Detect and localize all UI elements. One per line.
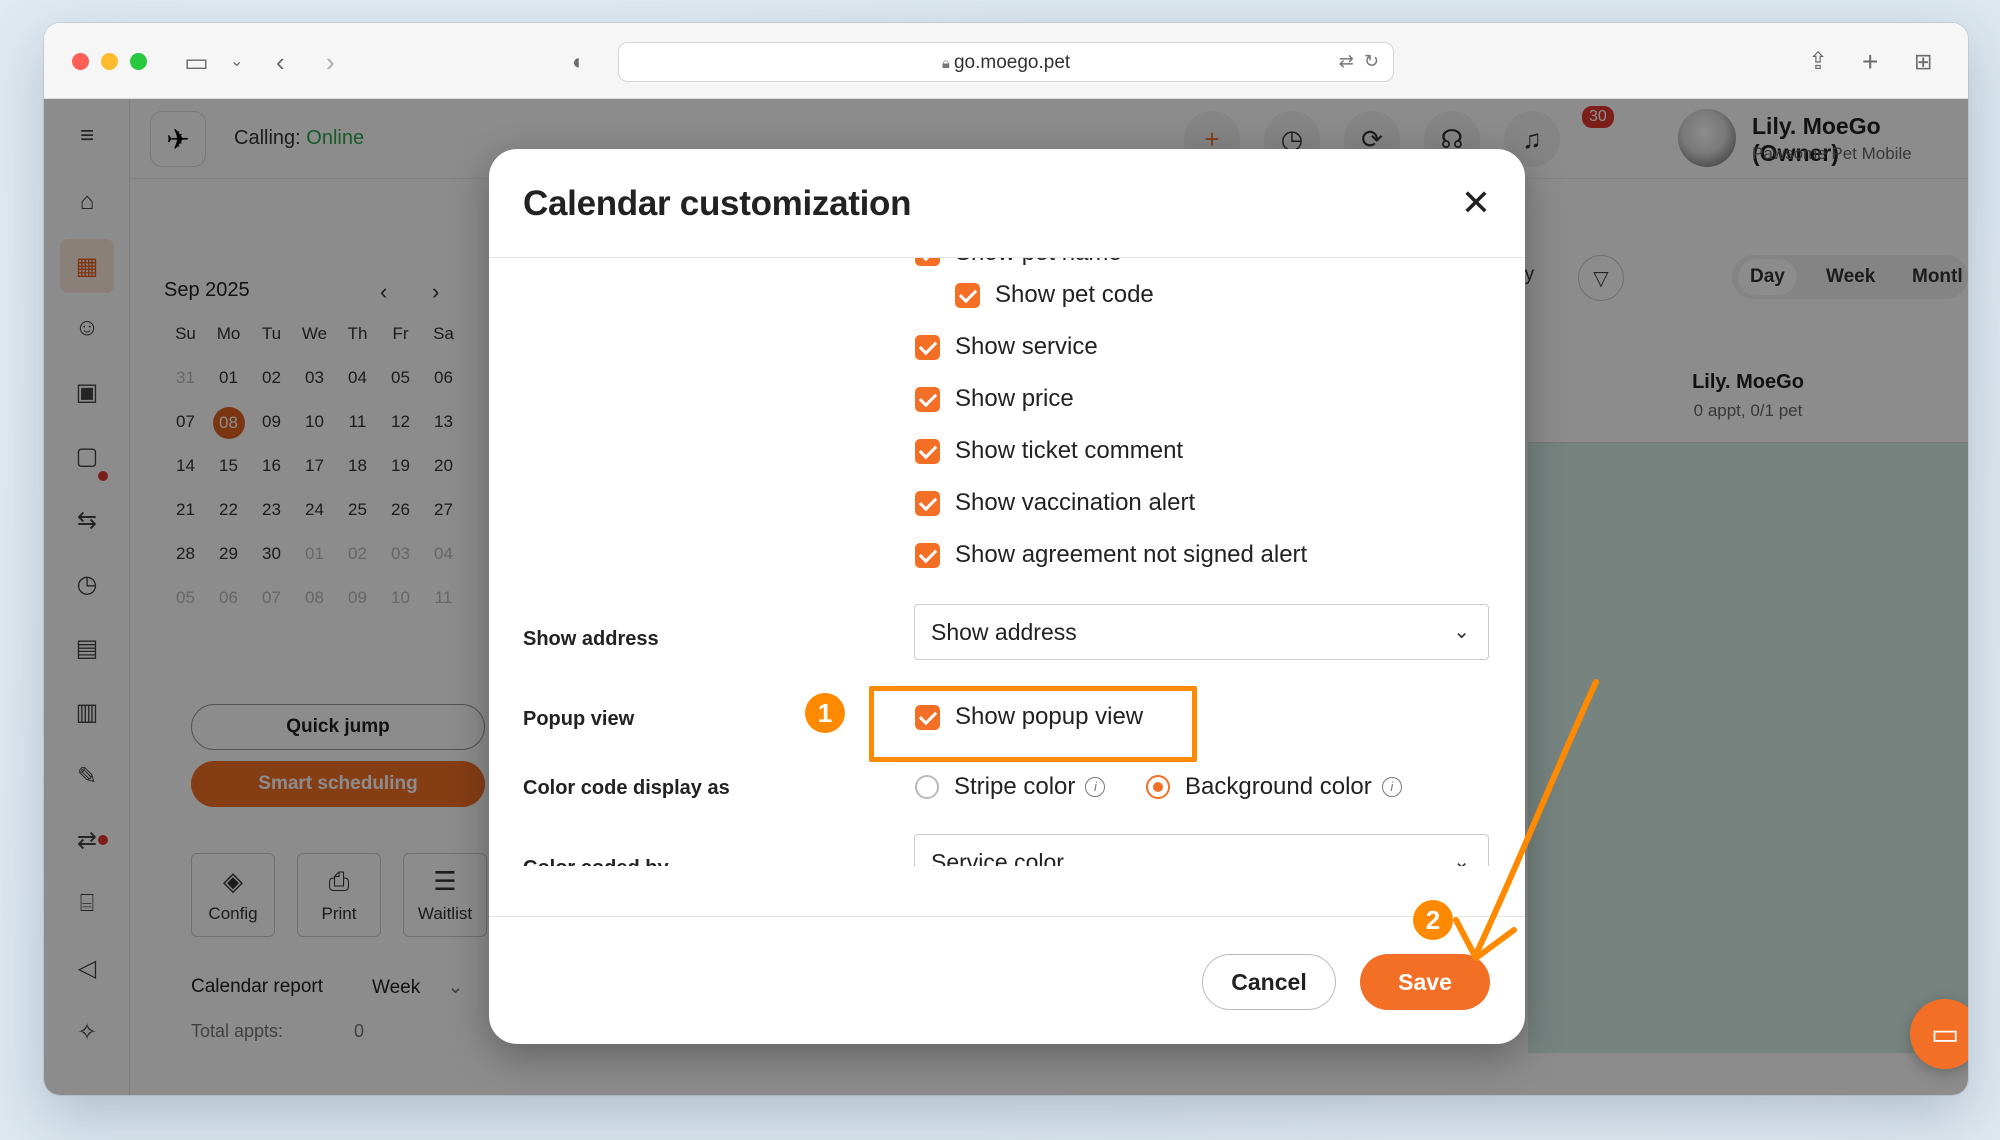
checkbox-label: Show vaccination alert <box>955 489 1196 516</box>
select-value: Show address <box>931 619 1077 645</box>
checkbox-label: Show agreement not signed alert <box>955 541 1308 568</box>
address-bar[interactable]: 🔒︎ go.moego.pet ⇄ ↻ <box>618 42 1394 82</box>
checkbox-label: Show price <box>955 385 1074 412</box>
radio-label: Stripe color <box>954 773 1076 800</box>
chevron-down-icon[interactable]: ⌄ <box>230 47 243 77</box>
chevron-down-icon: ⌄ <box>1453 851 1470 866</box>
lock-icon: 🔒︎ <box>941 55 954 72</box>
annotation-step-2: 2 <box>1413 900 1453 940</box>
checkbox-checked[interactable] <box>915 386 940 412</box>
checkbox-checked[interactable] <box>915 334 940 360</box>
divider <box>489 916 1525 917</box>
close-window-button[interactable] <box>72 53 89 70</box>
zoom-window-button[interactable] <box>130 53 147 70</box>
color-coded-by-label: Color coded by <box>523 857 669 866</box>
show-address-select[interactable]: Show address ⌄ <box>914 604 1489 660</box>
url-text: go.moego.pet <box>953 52 1071 73</box>
chevron-down-icon: ⌄ <box>1453 621 1470 643</box>
info-icon[interactable]: i <box>1381 777 1402 797</box>
background-color-radio[interactable]: Background color i <box>1146 772 1402 802</box>
calendar-customization-modal: Calendar customization ✕ Show pet name S… <box>489 149 1525 1044</box>
browser-toolbar: ▭ ⌄ ‹ › ◐ 🔒︎ go.moego.pet ⇄ ↻ ⇪ + ⊞ <box>44 23 1968 99</box>
annotation-highlight-box <box>869 686 1197 762</box>
forward-icon[interactable]: › <box>326 47 335 77</box>
show-pet-code-checkbox[interactable]: Show pet code <box>955 280 1154 310</box>
checkbox-checked[interactable] <box>915 542 940 568</box>
minimize-window-button[interactable] <box>101 53 118 70</box>
reload-icon[interactable]: ↻ <box>1364 51 1379 71</box>
show-price-checkbox[interactable]: Show price <box>915 384 1074 414</box>
radio-label: Background color <box>1185 773 1372 800</box>
back-icon[interactable]: ‹ <box>276 47 285 77</box>
radio-unselected[interactable] <box>915 775 939 799</box>
checkbox-checked[interactable] <box>915 258 940 266</box>
translate-icon[interactable]: ⇄ <box>1339 51 1354 71</box>
checkbox-checked[interactable] <box>915 490 940 516</box>
shield-icon[interactable]: ◐ <box>572 47 585 77</box>
info-icon[interactable]: i <box>1085 777 1106 797</box>
checkbox-label: Show service <box>955 333 1098 360</box>
save-button[interactable]: Save <box>1360 954 1490 1010</box>
new-tab-icon[interactable]: + <box>1862 47 1878 77</box>
show-ticket-comment-checkbox[interactable]: Show ticket comment <box>915 436 1183 466</box>
color-display-label: Color code display as <box>523 777 730 799</box>
tab-overview-icon[interactable]: ⊞ <box>1914 47 1932 77</box>
popup-view-label: Popup view <box>523 708 635 730</box>
show-pet-name-checkbox[interactable]: Show pet name <box>915 258 1122 268</box>
checkbox-label: Show pet name <box>955 258 1122 267</box>
radio-selected[interactable] <box>1146 775 1170 799</box>
show-service-checkbox[interactable]: Show service <box>915 332 1098 362</box>
annotation-step-1: 1 <box>805 693 845 733</box>
checkbox-checked[interactable] <box>955 282 980 308</box>
share-icon[interactable]: ⇪ <box>1808 47 1828 77</box>
modal-body: Show pet name Show pet code Show service… <box>489 258 1525 866</box>
select-value: Service color <box>931 849 1064 866</box>
stripe-color-radio[interactable]: Stripe color i <box>915 772 1106 802</box>
show-agreement-alert-checkbox[interactable]: Show agreement not signed alert <box>915 540 1307 570</box>
cancel-button[interactable]: Cancel <box>1202 954 1336 1010</box>
modal-title: Calendar customization <box>523 184 912 223</box>
checkbox-label: Show ticket comment <box>955 437 1184 464</box>
checkbox-label: Show pet code <box>995 281 1154 308</box>
show-address-label: Show address <box>523 628 659 650</box>
sidebar-toggle-icon[interactable]: ▭ <box>184 47 209 77</box>
show-vaccination-alert-checkbox[interactable]: Show vaccination alert <box>915 488 1195 518</box>
checkbox-checked[interactable] <box>915 438 940 464</box>
close-icon[interactable]: ✕ <box>1461 185 1491 221</box>
color-coded-by-select[interactable]: Service color ⌄ <box>914 834 1489 866</box>
